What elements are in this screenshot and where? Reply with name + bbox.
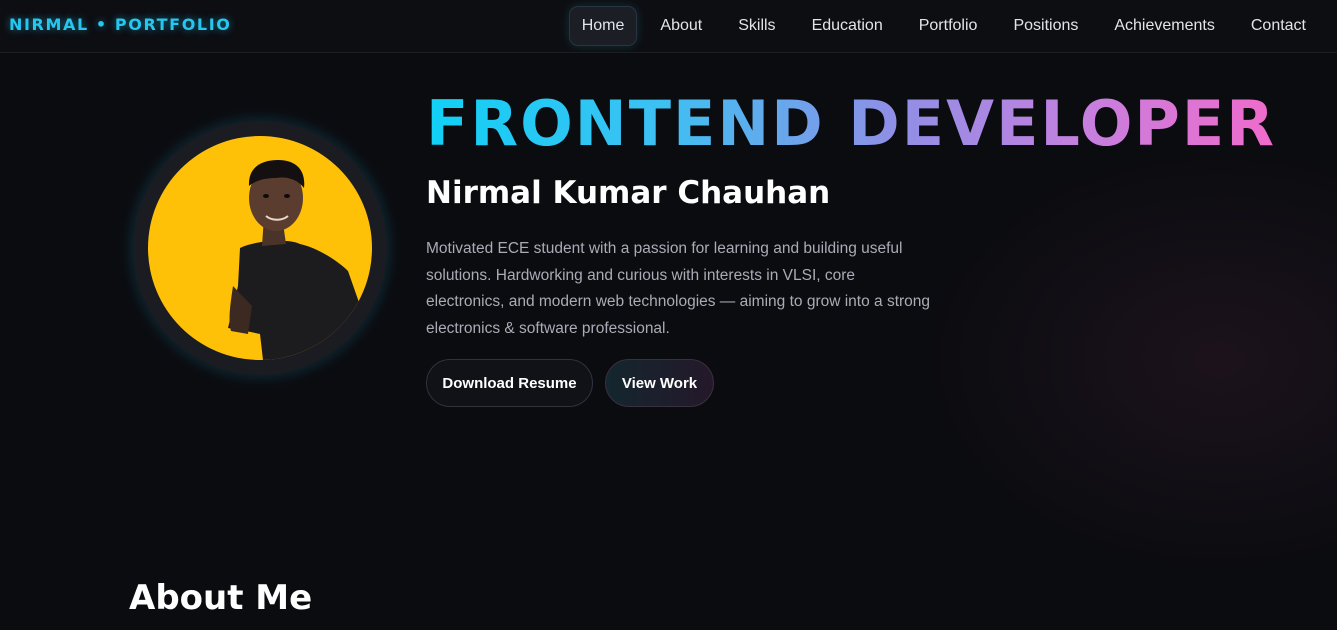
nav-home[interactable]: Home — [568, 6, 638, 46]
hero-description: Motivated ECE student with a passion for… — [426, 240, 931, 338]
view-work-button[interactable]: View Work — [605, 359, 714, 407]
nav-contact[interactable]: Contact — [1233, 6, 1324, 46]
nav-portfolio[interactable]: Portfolio — [901, 6, 996, 46]
person-icon — [228, 160, 362, 360]
navbar: NIRMAL • PORTFOLIO Home About Skills Edu… — [0, 0, 1337, 53]
about-section-title: About Me — [129, 578, 313, 618]
hero-title: FRONTEND DEVELOPER — [426, 87, 1276, 160]
brand-logo[interactable]: NIRMAL • PORTFOLIO — [9, 15, 231, 34]
nav-education[interactable]: Education — [794, 6, 901, 46]
profile-photo — [148, 136, 372, 360]
nav-skills[interactable]: Skills — [720, 6, 793, 46]
nav-about[interactable]: About — [642, 6, 720, 46]
nav-achievements[interactable]: Achievements — [1096, 6, 1233, 46]
nav-positions[interactable]: Positions — [995, 6, 1096, 46]
main-nav: Home About Skills Education Portfolio Po… — [568, 6, 1324, 46]
hero-name: Nirmal Kumar Chauhan — [426, 175, 831, 211]
download-resume-button[interactable]: Download Resume — [426, 359, 593, 407]
